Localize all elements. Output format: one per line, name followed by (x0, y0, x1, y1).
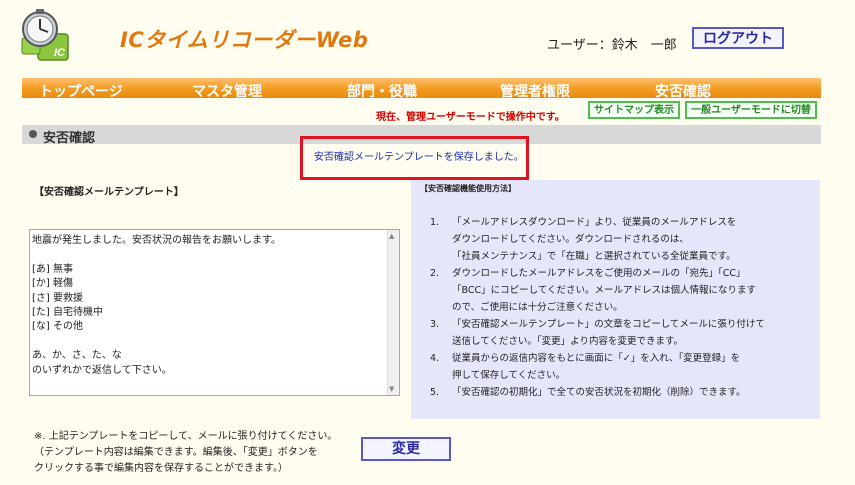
help-list: 1. 「メールアドレスダウンロード」より、従業員のメールアドレスを ダウンロードし… (426, 214, 811, 401)
mode-status: 現在、管理ユーザーモードで操作中です。 (376, 112, 565, 123)
app-title: ICタイムリコーダーWeb (120, 28, 369, 52)
scroll-down-icon[interactable]: ▼ (389, 385, 394, 393)
help-item: 5. 「安否確認の初期化」で全ての安否状況を初期化（削除）できます。 (430, 387, 746, 398)
svg-text:IC: IC (54, 47, 66, 59)
template-note: ※. 上記テンプレートをコピーして、メールに張り付けてください。 （テンプレート… (34, 431, 338, 474)
template-content[interactable]: 地震が発生しました。安否状況の報告をお願いします。 [あ] 無事 [か] 軽傷 … (32, 234, 382, 378)
section-title: 安否確認 (43, 131, 96, 146)
help-item: 3. 「安否確認メールテンプレート」の文章をコピーしてメールに張り付けて 送信して… (430, 319, 765, 347)
user-mode-button[interactable]: 一般ユーザーモードに切替 (685, 101, 817, 119)
logout-button[interactable]: ログアウト (692, 27, 784, 49)
nav-item-master[interactable]: マスタ管理 (192, 81, 262, 101)
user-label: ユーザー：鈴木 一郎 (547, 38, 677, 53)
app-logo-icon: IC (18, 8, 72, 64)
nav-item-admin[interactable]: 管理者権限 (500, 81, 570, 101)
update-button[interactable]: 変更 (361, 437, 451, 461)
help-heading: 【安否確認機能使用方法】 (420, 184, 516, 193)
sitemap-button[interactable]: サイトマップ表示 (588, 101, 680, 119)
nav-item-top[interactable]: トップページ (39, 81, 123, 101)
help-item: 4. 従業員からの返信内容をもとに画面に「✓」を入れ、「変更登録」を 押して保存し… (430, 353, 741, 381)
saved-message: 安否確認メールテンプレートを保存しました。 (314, 152, 524, 163)
scroll-up-icon[interactable]: ▲ (389, 232, 394, 240)
help-item: 2. ダウンロードしたメールアドレスをご使用のメールの「宛先」「CC」 「BCC」… (430, 268, 757, 313)
nav-item-departments[interactable]: 部門・役職 (347, 81, 417, 101)
nav-item-safety[interactable]: 安否確認 (655, 81, 711, 101)
template-scrollbar[interactable] (387, 230, 399, 395)
help-item: 1. 「メールアドレスダウンロード」より、従業員のメールアドレスを ダウンロードし… (430, 217, 737, 262)
main-nav: トップページ マスタ管理 部門・役職 管理者権限 安否確認 (22, 78, 821, 101)
bullet-icon (29, 130, 37, 138)
template-heading: 【安否確認メールテンプレート】 (34, 187, 184, 198)
